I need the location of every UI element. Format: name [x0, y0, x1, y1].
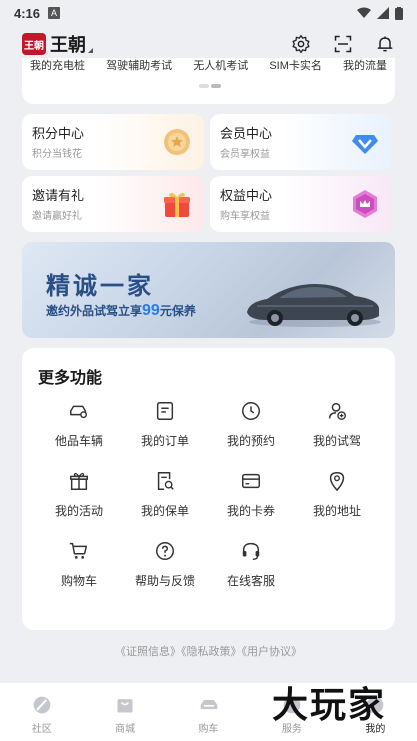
scan-icon[interactable]: [333, 34, 353, 54]
func-my-policies[interactable]: 我的保单: [122, 470, 208, 519]
func-label: 我的地址: [312, 504, 361, 518]
promo-banner[interactable]: 精诚一家 邀约外品试驾立享99元保养: [22, 242, 395, 338]
settings-icon[interactable]: [291, 34, 311, 54]
bell-icon[interactable]: [375, 34, 395, 54]
car-icon: [70, 405, 88, 419]
status-bar: 4:16 A: [0, 0, 417, 26]
func-label: 我的活动: [54, 504, 103, 518]
cart-icon: [69, 542, 88, 559]
page-indicator: [199, 84, 221, 88]
brand-switch-icon[interactable]: [88, 47, 93, 53]
func-label: 在线客服: [226, 574, 275, 588]
brand-name[interactable]: 王朝: [50, 31, 86, 57]
user-add-icon: [328, 402, 346, 420]
shortcut-row: 我的充电桩 驾驶辅助考试 无人机考试 SIM卡实名 我的流量: [22, 58, 395, 72]
func-help-feedback[interactable]: 帮助与反馈: [122, 540, 208, 589]
banner-sub-post: 元保养: [159, 304, 196, 318]
car-icon: [200, 700, 217, 710]
banner-sub-pre: 邀约外品试驾立享: [46, 304, 143, 318]
benefits-center-card[interactable]: 权益中心 购车享权益: [210, 176, 392, 232]
clock-icon: [242, 402, 260, 420]
func-label: 我的试驾: [312, 434, 361, 448]
shortcut-item[interactable]: 无人机考试: [193, 58, 248, 72]
page-dot: [199, 84, 209, 88]
shortcut-item[interactable]: 我的充电桩: [30, 58, 85, 72]
func-label: 他品车辆: [54, 434, 103, 448]
legal-links[interactable]: 《证照信息》《隐私政策》《用户协议》: [0, 643, 417, 659]
tab-label: 商城: [115, 724, 136, 735]
banner-sub-number: 99: [142, 302, 160, 319]
status-icons: [357, 6, 403, 20]
func-label: 我的预约: [226, 434, 275, 448]
tab-community[interactable]: 社区: [0, 683, 83, 741]
func-label: 购物车: [60, 574, 97, 588]
tab-label: 购车: [198, 724, 219, 735]
func-label: 我的卡券: [226, 504, 275, 518]
func-my-activities[interactable]: 我的活动: [36, 470, 122, 519]
more-functions-card: 更多功能 他品车辆 我的订单 我的预约 我的试驾 我的活动 我的保单 我的卡券 …: [22, 348, 395, 630]
func-label: 我的保单: [140, 504, 189, 518]
func-my-address[interactable]: 我的地址: [294, 470, 380, 519]
invite-gift-card[interactable]: 邀请有礼 邀请赢好礼: [22, 176, 204, 232]
func-my-appointments[interactable]: 我的预约: [208, 400, 294, 449]
diamond-icon: [352, 135, 378, 154]
member-center-card[interactable]: 会员中心 会员享权益: [210, 114, 392, 170]
func-online-service[interactable]: 在线客服: [208, 540, 294, 589]
func-other-vehicles[interactable]: 他品车辆: [36, 400, 122, 449]
tab-mall[interactable]: 商城: [83, 683, 166, 741]
func-my-orders[interactable]: 我的订单: [122, 400, 208, 449]
location-icon: [329, 472, 345, 492]
func-label: 我的订单: [140, 434, 189, 448]
tab-buy-car[interactable]: 购车: [167, 683, 250, 741]
section-title: 更多功能: [38, 370, 103, 387]
page-dot-active: [211, 84, 221, 88]
shortcut-item[interactable]: 我的流量: [343, 58, 387, 72]
app-header: 王朝 王朝: [0, 26, 417, 62]
headset-icon: [242, 542, 260, 560]
gift-icon: [70, 472, 88, 490]
points-center-card[interactable]: 积分中心 积分当钱花: [22, 114, 204, 170]
mall-icon: [117, 699, 133, 713]
car-image: [247, 284, 381, 327]
wifi-icon: [357, 7, 371, 18]
tab-label: 社区: [31, 724, 52, 735]
help-icon: [156, 542, 174, 560]
shortcuts-card: 我的充电桩 驾驶辅助考试 无人机考试 SIM卡实名 我的流量: [22, 58, 395, 104]
card-icon: [242, 473, 260, 489]
order-icon: [156, 402, 174, 420]
brand-logo[interactable]: 王朝: [22, 33, 46, 55]
watermark-text: 大玩家: [272, 684, 387, 726]
coin-icon: [164, 129, 190, 155]
shortcut-item[interactable]: 驾驶辅助考试: [106, 58, 172, 72]
crown-hexagon-icon: [353, 190, 377, 218]
battery-icon: [395, 6, 403, 20]
banner-title: 精诚一家: [46, 273, 154, 300]
community-icon: [33, 696, 51, 714]
func-shopping-cart[interactable]: 购物车: [36, 540, 122, 589]
notification-badge: A: [48, 7, 61, 19]
func-my-test-drives[interactable]: 我的试驾: [294, 400, 380, 449]
policy-search-icon: [157, 472, 174, 490]
func-my-coupons[interactable]: 我的卡券: [208, 470, 294, 519]
shortcut-item[interactable]: SIM卡实名: [269, 58, 322, 72]
func-label: 帮助与反馈: [134, 574, 195, 588]
signal-icon: [377, 7, 389, 19]
gift-box-icon: [164, 192, 190, 217]
status-time: 4:16: [14, 5, 41, 21]
banner-subtitle: 邀约外品试驾立享99元保养: [46, 302, 196, 320]
